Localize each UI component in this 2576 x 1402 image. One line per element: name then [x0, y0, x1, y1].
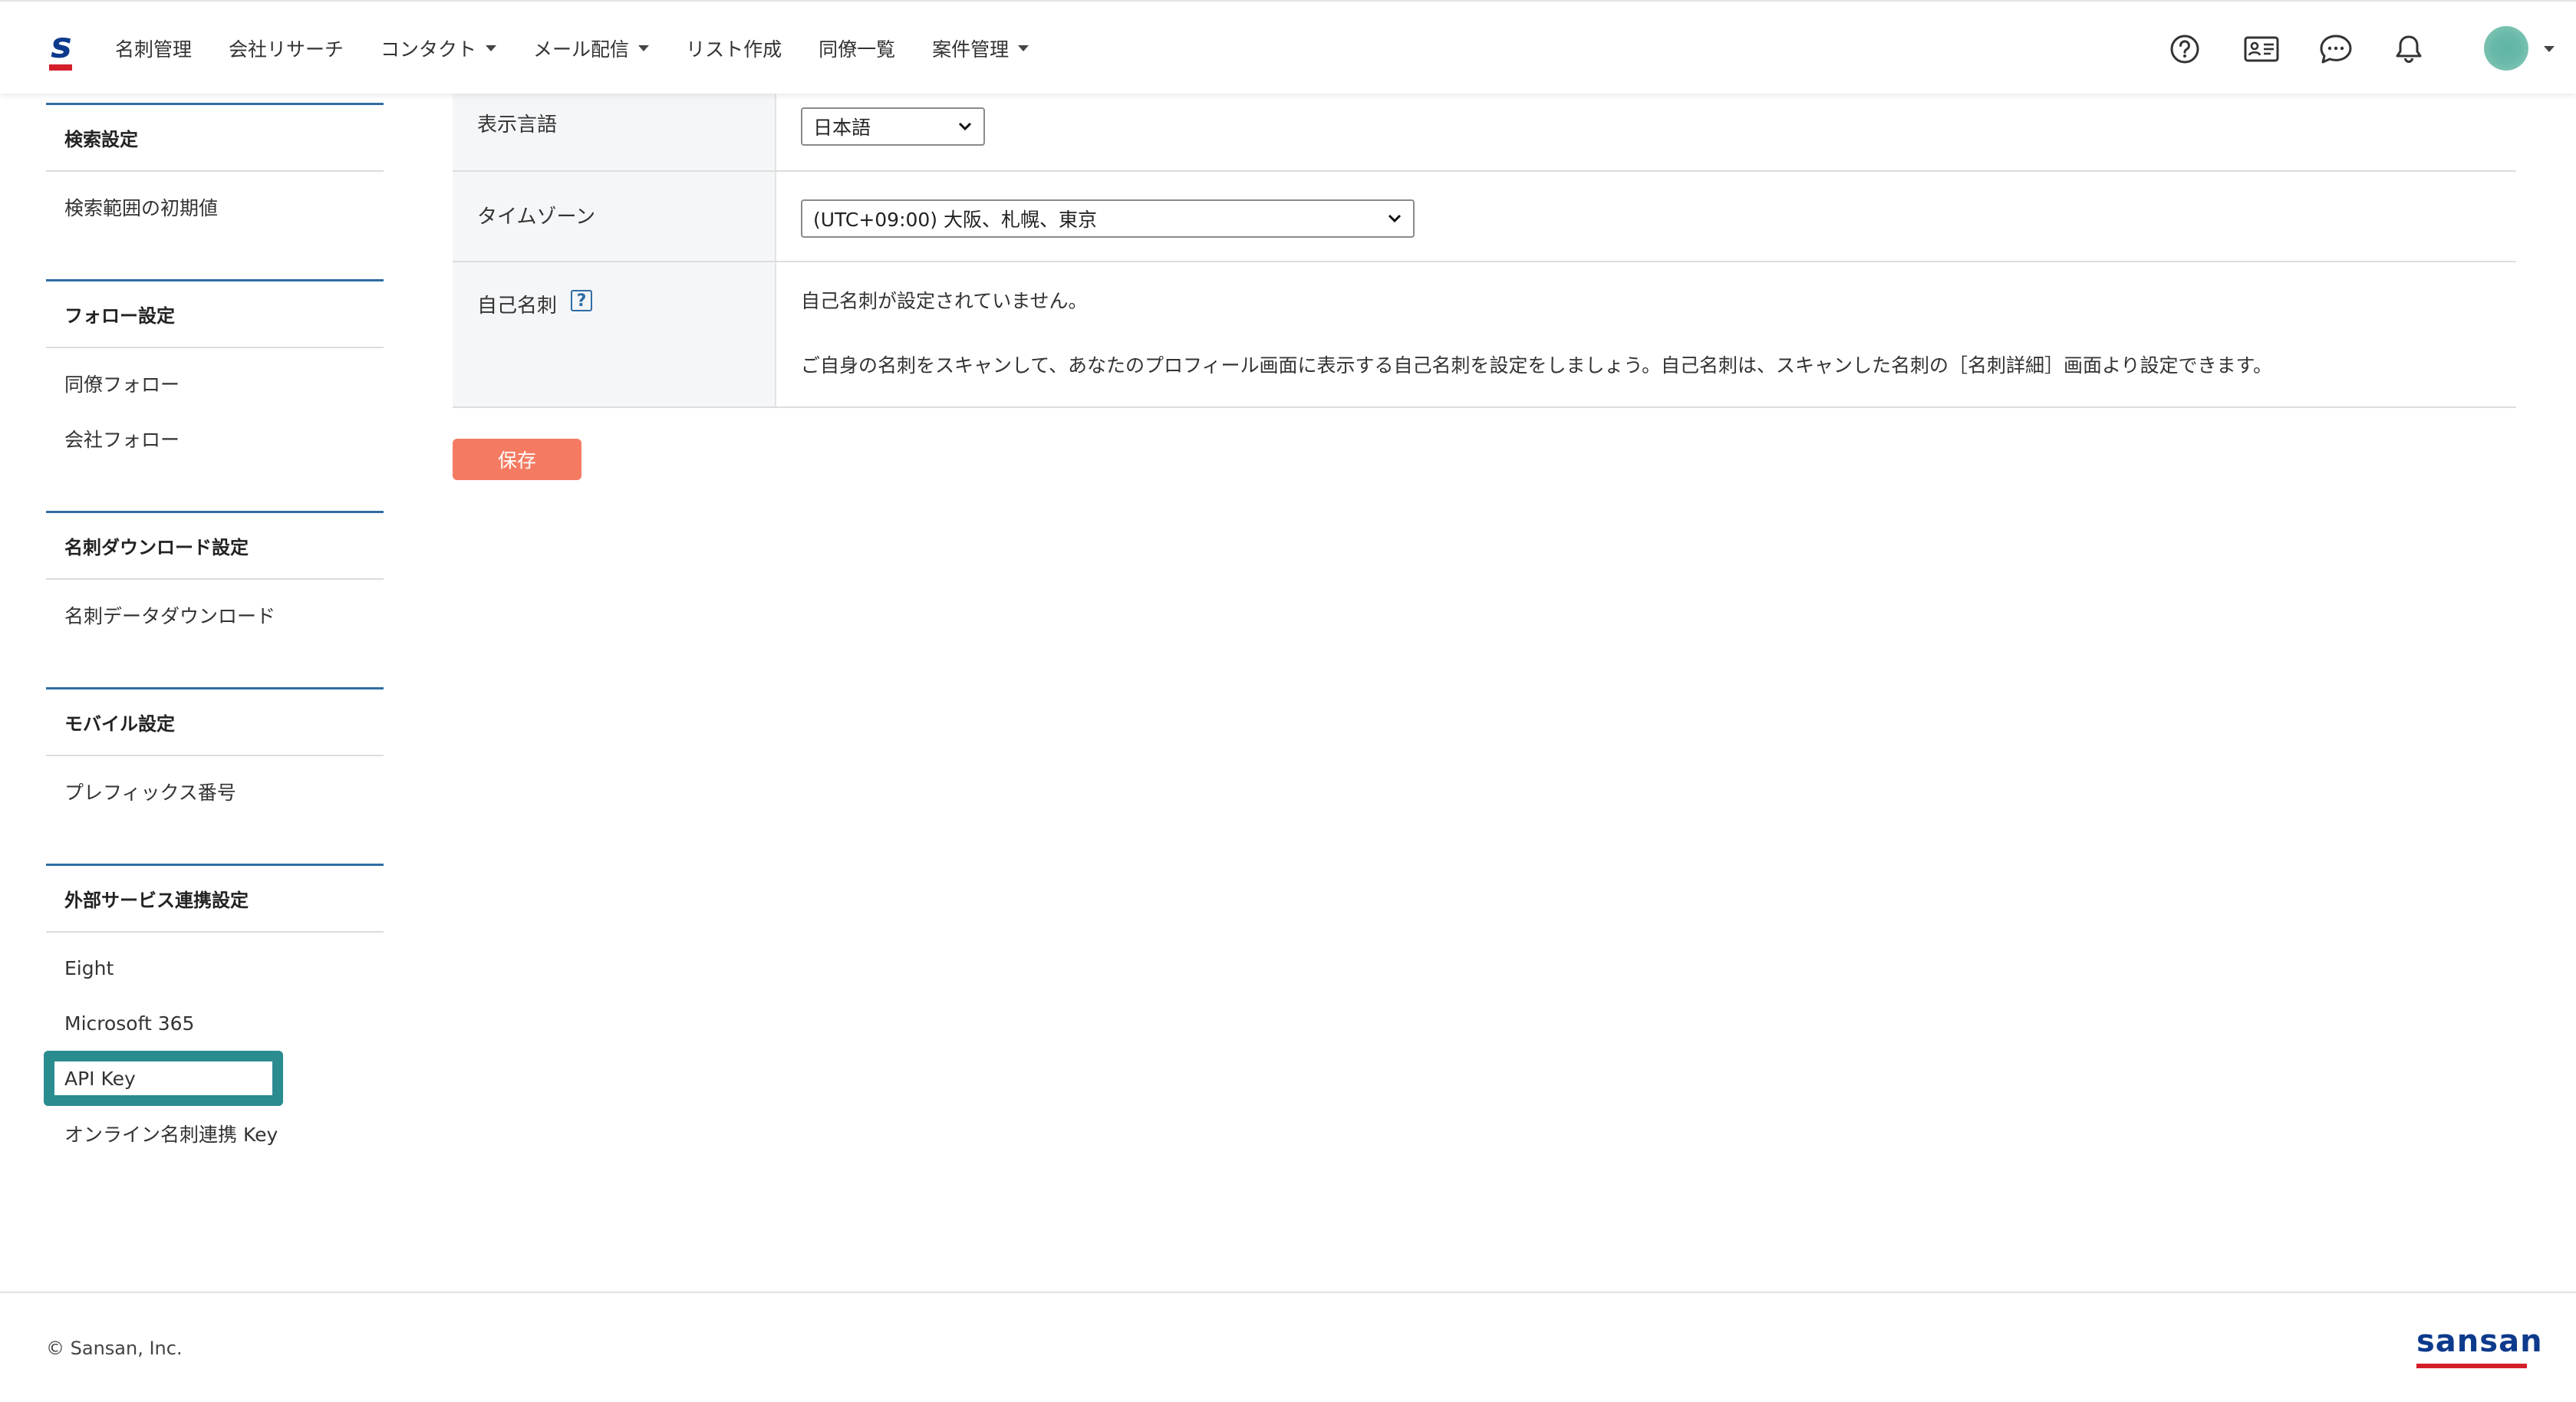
setting-row-timezone: タイムゾーン (UTC+09:00) 大阪、札幌、東京	[453, 172, 2516, 262]
language-select[interactable]: 日本語	[801, 107, 985, 146]
business-card-icon[interactable]	[2243, 32, 2280, 66]
sidebar-item-eight[interactable]: Eight	[46, 940, 384, 996]
chevron-down-icon	[1388, 214, 1402, 223]
sidebar-section-download: 名刺ダウンロード設定 名刺データダウンロード	[46, 511, 384, 643]
sidebar-item-microsoft-365[interactable]: Microsoft 365	[46, 996, 384, 1051]
sidebar-item-card-data-download[interactable]: 名刺データダウンロード	[46, 587, 384, 643]
caret-down-icon	[2544, 46, 2555, 52]
sidebar-section-external-services: 外部サービス連携設定 Eight Microsoft 365 API Key オ…	[44, 864, 384, 1161]
caret-down-icon	[486, 45, 497, 51]
settings-table: 表示言語 日本語 タイムゾーン (UTC+09:00) 大阪、札幌、東京 自己名…	[453, 94, 2516, 408]
nav-business-cards[interactable]: 名刺管理	[115, 35, 192, 62]
settings-sidebar: 検索設定 検索範囲の初期値 フォロー設定 同僚フォロー 会社フォロー 名刺ダウン…	[44, 94, 384, 1161]
nav-deal-management[interactable]: 案件管理	[932, 35, 1029, 62]
sidebar-section-follow: フォロー設定 同僚フォロー 会社フォロー	[46, 279, 384, 466]
sidebar-item-colleague-follow[interactable]: 同僚フォロー	[46, 356, 384, 411]
setting-label: タイムゾーン	[453, 172, 776, 261]
setting-label: 表示言語	[453, 94, 776, 170]
nav-mail-delivery[interactable]: メール配信	[533, 35, 650, 62]
sidebar-section-mobile: モバイル設定 プレフィックス番号	[46, 687, 384, 819]
brand-underline	[2416, 1364, 2527, 1368]
sidebar-section-title: 外部サービス連携設定	[46, 864, 384, 933]
nav-list-creation[interactable]: リスト作成	[686, 35, 782, 62]
setting-row-language: 表示言語 日本語	[453, 94, 2516, 172]
sansan-brand-logo: sansan	[2416, 1324, 2543, 1377]
sidebar-item-prefix-number[interactable]: プレフィックス番号	[46, 764, 384, 819]
sidebar-item-search-default[interactable]: 検索範囲の初期値	[46, 179, 384, 235]
sidebar-item-api-key[interactable]: API Key	[44, 1051, 283, 1106]
nav-company-research[interactable]: 会社リサーチ	[229, 35, 344, 62]
sidebar-section-title: 検索設定	[46, 103, 384, 172]
sidebar-section-search: 検索設定 検索範囲の初期値	[46, 103, 384, 235]
sidebar-section-title: フォロー設定	[46, 279, 384, 348]
help-circle-icon[interactable]	[2168, 32, 2202, 66]
sidebar-section-title: モバイル設定	[46, 687, 384, 756]
sidebar-section-title: 名刺ダウンロード設定	[46, 511, 384, 580]
sansan-logo[interactable]: s	[46, 28, 77, 72]
self-card-description: ご自身の名刺をスキャンして、あなたのプロフィール画面に表示する自己名刺を設定をし…	[801, 354, 2273, 377]
question-help-icon[interactable]: ?	[571, 290, 593, 311]
main-nav: 名刺管理 会社リサーチ コンタクト メール配信 リスト作成 同僚一覧 案件管理	[115, 2, 1066, 95]
brand-wordmark: sansan	[2416, 1324, 2543, 1359]
chat-bubble-icon[interactable]	[2318, 32, 2354, 66]
sidebar-item-online-card-key[interactable]: オンライン名刺連携 Key	[46, 1106, 384, 1161]
setting-row-self-card: 自己名刺 ? 自己名刺が設定されていません。 ご自身の名刺をスキャンして、あなた…	[453, 262, 2516, 408]
logo-bar	[49, 64, 72, 71]
save-button[interactable]: 保存	[453, 439, 581, 480]
nav-contacts[interactable]: コンタクト	[380, 35, 497, 62]
top-header: s 名刺管理 会社リサーチ コンタクト メール配信 リスト作成 同僚一覧 案件管…	[0, 0, 2576, 94]
footer: © Sansan, Inc. sansan	[0, 1292, 2576, 1402]
timezone-selected-value: (UTC+09:00) 大阪、札幌、東京	[813, 209, 1098, 231]
logo-letter: s	[51, 25, 72, 66]
caret-down-icon	[638, 45, 650, 51]
copyright-text: © Sansan, Inc.	[46, 1338, 183, 1359]
self-card-label: 自己名刺	[477, 295, 558, 318]
setting-value: (UTC+09:00) 大阪、札幌、東京	[776, 172, 2516, 261]
caret-down-icon	[1018, 45, 1029, 51]
timezone-select[interactable]: (UTC+09:00) 大阪、札幌、東京	[801, 199, 1415, 238]
nav-colleagues[interactable]: 同僚一覧	[819, 35, 895, 62]
setting-value: 日本語	[776, 94, 2516, 170]
sidebar-item-company-follow[interactable]: 会社フォロー	[46, 411, 384, 466]
language-selected-value: 日本語	[813, 117, 871, 139]
user-menu[interactable]	[2484, 26, 2558, 72]
chevron-down-icon	[958, 122, 972, 131]
self-card-status: 自己名刺が設定されていません。	[801, 290, 1088, 312]
avatar	[2484, 26, 2528, 71]
setting-label: 自己名刺 ?	[453, 262, 776, 406]
setting-value: 自己名刺が設定されていません。 ご自身の名刺をスキャンして、あなたのプロフィール…	[776, 262, 2516, 406]
bell-icon[interactable]	[2392, 32, 2426, 66]
